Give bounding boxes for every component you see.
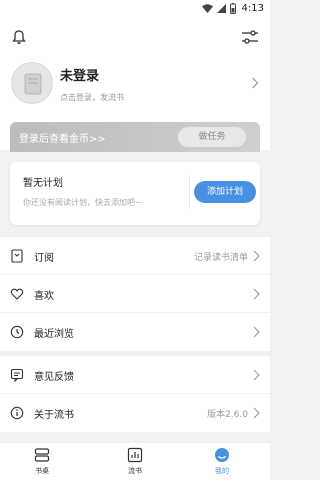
menu-label: 最近浏览 — [34, 329, 74, 340]
menu-label: 意见反馈 — [34, 372, 74, 383]
profile-header: 未登录 点击登录，发流书 登录后查看金币>> 做任务 — [0, 20, 270, 152]
chevron-right-icon — [253, 288, 260, 300]
menu-item-recent[interactable]: 最近浏览 — [0, 313, 270, 351]
chevron-right-icon — [253, 407, 260, 419]
menu-label: 订阅 — [34, 253, 54, 264]
tab-mine[interactable]: 我的 — [202, 447, 242, 476]
bottom-tab-bar: 书桌 流书 我的 — [0, 442, 270, 480]
chevron-right-icon[interactable] — [251, 77, 259, 89]
tab-label: 流书 — [128, 467, 142, 475]
do-task-button[interactable]: 做任务 — [178, 127, 246, 147]
bookmark-icon — [11, 249, 23, 263]
profile-icon — [215, 448, 229, 462]
menu-group-2: 意见反馈 关于流书 版本2.6.0 — [0, 356, 270, 432]
status-icons — [202, 3, 236, 14]
menu-group-1: 订阅 记录读书清单 喜欢 最近浏览 — [0, 237, 270, 351]
coin-banner-text[interactable]: 登录后查看金币>> — [19, 130, 106, 145]
tab-label: 书桌 — [35, 467, 49, 475]
chevron-right-icon — [253, 369, 260, 381]
menu-item-like[interactable]: 喜欢 — [0, 275, 270, 313]
plan-description: 你还没有阅读计划，快去添加吧~ — [23, 198, 142, 207]
tab-label: 我的 — [215, 467, 229, 475]
clock: 4:13 — [241, 3, 264, 14]
login-title[interactable]: 未登录 — [60, 65, 99, 84]
login-subtitle[interactable]: 点击登录，发流书 — [60, 92, 124, 103]
heart-icon — [10, 288, 24, 300]
reading-plan-card: 暂无计划 你还没有阅读计划，快去添加吧~ 添加计划 — [10, 162, 260, 225]
menu-label: 喜欢 — [34, 291, 54, 302]
add-plan-button[interactable]: 添加计划 — [194, 181, 256, 203]
wifi-icon — [202, 4, 213, 13]
signal-icon — [217, 4, 226, 13]
info-icon — [10, 406, 24, 420]
avatar[interactable] — [11, 62, 53, 104]
settings-filter-icon[interactable] — [241, 29, 259, 45]
plan-divider — [189, 175, 190, 209]
tab-flow-book[interactable]: 流书 — [115, 447, 155, 476]
chevron-right-icon — [253, 250, 260, 262]
menu-item-about[interactable]: 关于流书 版本2.6.0 — [0, 394, 270, 432]
menu-label: 关于流书 — [34, 410, 74, 421]
status-bar: 4:13 — [0, 0, 270, 20]
clock-icon — [10, 325, 24, 339]
avatar-book-icon — [24, 73, 42, 95]
desk-icon — [34, 448, 50, 462]
bell-icon[interactable] — [11, 29, 27, 45]
tab-desk[interactable]: 书桌 — [22, 447, 62, 476]
menu-item-feedback[interactable]: 意见反馈 — [0, 356, 270, 394]
plan-title: 暂无计划 — [23, 178, 63, 189]
feedback-icon — [10, 368, 24, 382]
menu-item-subscribe[interactable]: 订阅 记录读书清单 — [0, 237, 270, 275]
coin-banner[interactable]: 登录后查看金币>> 做任务 — [10, 122, 260, 152]
chevron-right-icon — [253, 326, 260, 338]
menu-value: 记录读书清单 — [193, 253, 248, 263]
menu-value: 版本2.6.0 — [207, 410, 248, 420]
chart-icon — [127, 447, 143, 463]
battery-icon — [230, 3, 236, 14]
